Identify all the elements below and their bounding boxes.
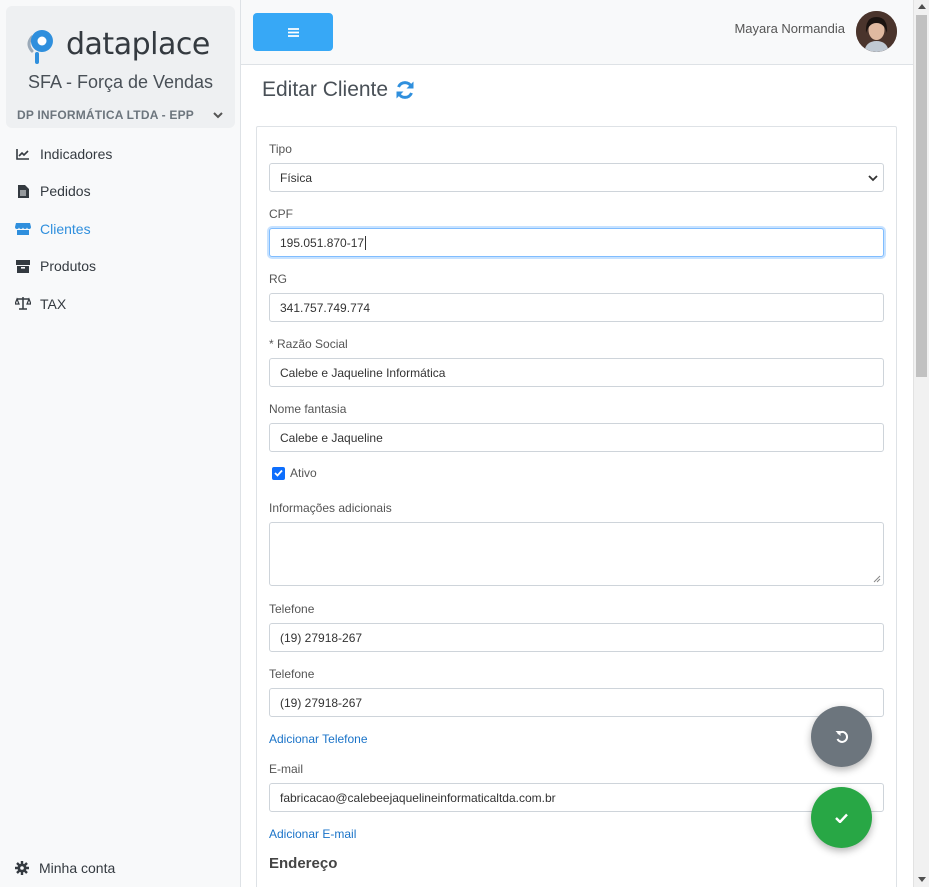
tipo-label: Tipo [269,142,292,156]
sidebar-item-label: Produtos [40,258,97,275]
scroll-down-arrow-icon[interactable] [918,877,926,882]
sidebar-item-label: TAX [40,295,67,312]
scrollbar[interactable] [913,0,929,887]
razao-social-label: * Razão Social [269,337,348,351]
sidebar-item-produtos[interactable]: Produtos [0,248,241,286]
telefone1-input[interactable]: (19) 27918-267 [269,623,884,652]
check-icon [835,813,848,823]
scroll-thumb[interactable] [916,15,927,377]
razao-social-value: Calebe e Jaqueline Informática [280,365,446,380]
rg-value: 341.757.749.774 [280,300,371,315]
ativo-checkbox[interactable] [272,466,285,480]
app-name: SFA - Força de Vendas [27,72,214,92]
resize-grip-icon[interactable] [873,575,881,583]
email-label: E-mail [269,762,304,776]
sidebar: dataplace SFA - Força de Vendas DP INFOR… [0,0,241,887]
sidebar-item-tax[interactable]: TAX [0,285,241,323]
email-input[interactable]: fabricacao@calebeejaquelineinformaticalt… [269,783,884,812]
logo[interactable]: dataplace [22,24,210,64]
ativo-label: Ativo [290,466,317,480]
account-link[interactable]: Minha conta [15,860,115,876]
chart-line-icon [15,146,31,162]
dataplace-logo-icon [27,30,53,64]
check-icon [274,469,283,477]
text-caret [365,235,367,250]
ativo-checkbox-row[interactable]: Ativo [272,466,317,480]
avatar[interactable] [856,11,897,52]
cpf-value: 195.051.870-17 [280,235,365,250]
page-title-text: Editar Cliente [262,78,389,101]
scroll-up-arrow-icon[interactable] [918,4,926,9]
balance-scale-icon [15,296,31,312]
undo-icon [835,730,848,743]
topbar: Mayara Normandia [241,0,913,65]
chevron-down-icon [868,175,878,182]
box-icon [15,258,31,274]
sidebar-item-label: Indicadores [40,145,113,162]
rg-label: RG [269,272,287,286]
menu-toggle-button[interactable] [253,13,333,51]
sidebar-item-label: Pedidos [40,183,91,200]
refresh-icon[interactable] [394,79,416,101]
telefone2-label: Telefone [269,667,315,681]
save-button[interactable] [811,787,872,848]
gear-icon [15,861,29,875]
sidebar-item-label: Clientes [40,220,91,237]
rg-input[interactable]: 341.757.749.774 [269,293,884,322]
sidebar-item-pedidos[interactable]: Pedidos [0,173,241,211]
sidebar-item-clientes[interactable]: Clientes [0,210,241,248]
nome-fantasia-input[interactable]: Calebe e Jaqueline [269,423,884,452]
add-telefone-link[interactable]: Adicionar Telefone [269,732,368,746]
file-icon [15,183,31,199]
cpf-input[interactable]: 195.051.870-17 [269,228,884,257]
account-label: Minha conta [39,860,116,876]
tipo-select[interactable]: Física [269,163,884,192]
sidebar-item-indicadores[interactable]: Indicadores [0,135,241,173]
telefone1-value: (19) 27918-267 [280,630,363,645]
tipo-value: Física [280,170,313,185]
sidebar-nav: Indicadores Pedidos Clientes Produtos TA… [0,135,241,323]
razao-social-input[interactable]: Calebe e Jaqueline Informática [269,358,884,387]
email-value: fabricacao@calebeejaquelineinformaticalt… [280,790,556,805]
info-textarea[interactable] [269,522,884,586]
logo-text: dataplace [66,26,210,62]
chevron-down-icon[interactable] [211,108,225,122]
hamburger-icon [287,27,299,37]
undo-button[interactable] [811,706,872,767]
company-selector[interactable]: DP INFORMÁTICA LTDA - EPP [17,108,194,122]
add-email-link[interactable]: Adicionar E-mail [269,827,356,841]
cpf-label: CPF [269,207,293,221]
telefone1-label: Telefone [269,602,315,616]
nome-fantasia-value: Calebe e Jaqueline [280,430,383,445]
telefone2-value: (19) 27918-267 [280,695,363,710]
endereco-heading: Endereço [269,855,338,872]
user-name[interactable]: Mayara Normandia [734,21,845,36]
nome-fantasia-label: Nome fantasia [269,402,347,416]
info-label: Informações adicionais [269,501,392,515]
store-icon [15,221,31,237]
telefone2-input[interactable]: (19) 27918-267 [269,688,884,717]
page-title: Editar Cliente [262,78,416,102]
